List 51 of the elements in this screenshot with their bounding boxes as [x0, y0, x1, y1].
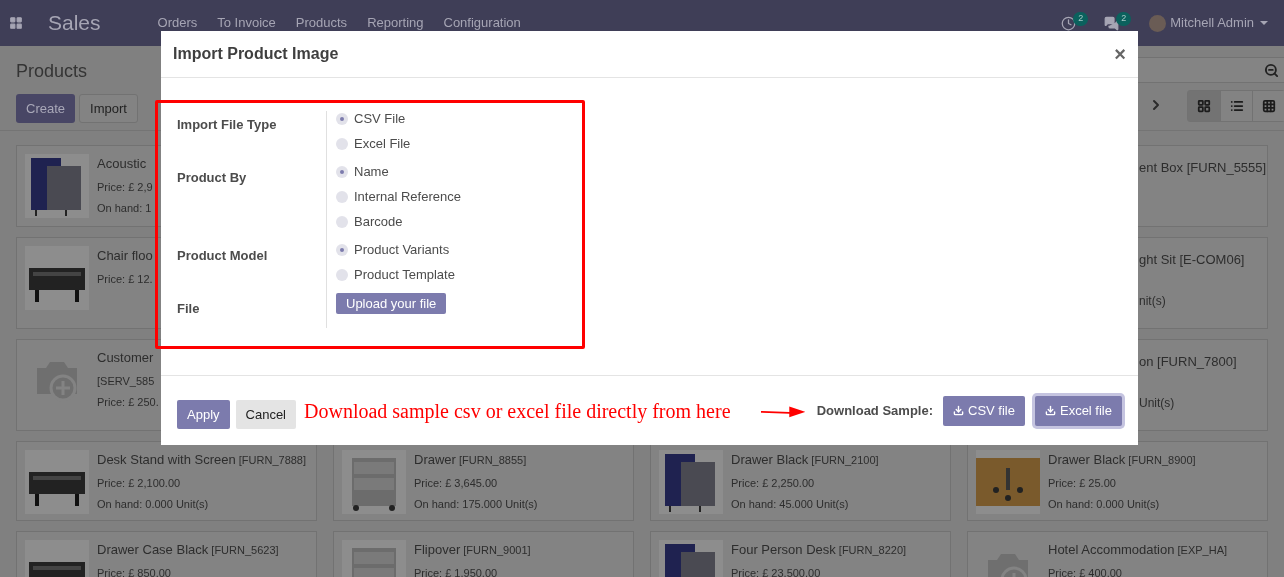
- product-detail: On hand: 1: [97, 201, 153, 216]
- product-name: ent Box [FURN_5555]: [1139, 159, 1267, 177]
- page-title: Products: [16, 61, 88, 81]
- product-name: ght Sit [E-COM06]: [1139, 251, 1246, 269]
- product-detail: Price: £ 12.: [97, 271, 153, 287]
- field-label: Product Model: [177, 248, 268, 263]
- product-name: Hotel Accommodation [EXP_HA]: [1048, 541, 1228, 559]
- annotation-text: Download sample csv or excel file directly from here: [304, 398, 731, 425]
- count-badge: 2: [1116, 12, 1132, 26]
- product-name: Drawer [FURN_8855]: [414, 451, 528, 469]
- field-label: File: [177, 301, 200, 316]
- radio-label: Product Template: [354, 265, 455, 284]
- product-detail: On hand: 0.000 Unit(s): [97, 497, 210, 512]
- app-title: Sales: [48, 10, 101, 37]
- product-name: Customer: [97, 349, 155, 367]
- product-detail: Price: £ 250.: [97, 395, 159, 410]
- product-detail: Price: £ 2,9: [97, 179, 153, 195]
- field-label: Product By: [177, 170, 247, 185]
- product-detail: On hand: 0.000 Unit(s): [1048, 497, 1161, 512]
- product-detail: Unit(s): [1139, 394, 1176, 412]
- product-detail: Price: £ 1,950.00: [414, 565, 499, 577]
- product-detail: Price: £ 850.00: [97, 565, 172, 577]
- product-detail: Price: £ 2,100.00: [97, 475, 182, 491]
- product-name: Drawer Black [FURN_8900]: [1048, 451, 1196, 469]
- product-name: Chair floo: [97, 247, 153, 265]
- field-label: Import File Type: [177, 117, 277, 132]
- radio-label: Product Variants: [354, 240, 450, 259]
- product-detail: On hand: 175.000 Unit(s): [414, 497, 538, 512]
- radio-label: CSV File: [354, 109, 406, 128]
- product-detail: Price: £ 25.00: [1048, 475, 1117, 491]
- product-name: on [FURN_7800]: [1139, 353, 1238, 371]
- product-name: Drawer Black [FURN_2100]: [731, 451, 879, 469]
- product-detail: Price: £ 400.00: [1048, 565, 1123, 577]
- product-detail: On hand: 45.000 Unit(s): [731, 497, 850, 512]
- radio-label: Excel File: [354, 134, 411, 153]
- product-detail: nit(s): [1139, 292, 1167, 310]
- product-name: Flipover [FURN_9001]: [414, 541, 531, 559]
- product-detail: Price: £ 3,645.00: [414, 475, 499, 491]
- product-name: Four Person Desk [FURN_8220]: [731, 541, 907, 559]
- radio-label: Name: [354, 162, 389, 181]
- count-badge: 2: [1073, 12, 1089, 26]
- product-name: Acoustic: [97, 155, 148, 173]
- radio-label: Barcode: [354, 212, 403, 231]
- product-detail: [SERV_585: [97, 373, 156, 389]
- product-name: Drawer Case Black [FURN_5623]: [97, 541, 279, 559]
- product-detail: Price: £ 23,500.00: [731, 565, 822, 577]
- product-name: Desk Stand with Screen [FURN_7888]: [97, 451, 307, 469]
- radio-label: Internal Reference: [354, 187, 461, 206]
- dialog-title: Import Product Image: [173, 44, 339, 64]
- product-detail: Price: £ 2,250.00: [731, 475, 816, 491]
- download-label: Download Sample:: [816, 401, 933, 420]
